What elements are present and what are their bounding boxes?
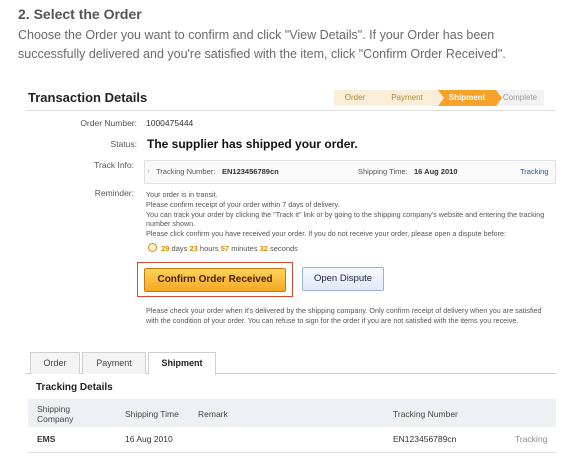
reminder-text: Your order is in transit. Please confirm… bbox=[146, 190, 551, 239]
shipping-time-label: Shipping Time: bbox=[358, 167, 408, 176]
intro-text: Choose the Order you want to confirm and… bbox=[18, 28, 506, 61]
reminder-line: Your order is in transit. bbox=[146, 190, 218, 199]
reminder-line: Please click confirm you have received y… bbox=[146, 229, 506, 239]
status-text: The supplier has shipped your order. bbox=[147, 137, 358, 151]
tracking-link[interactable]: Tracking bbox=[520, 167, 548, 176]
delivery-note: Please check your order when it's delive… bbox=[146, 306, 542, 325]
dispute-countdown: 29 days 23 hours 57 minutes 32 seconds bbox=[148, 243, 298, 253]
tracking-number: EN123456789cn bbox=[222, 167, 279, 176]
reminder-line: Please confirm receipt of your order wit… bbox=[146, 199, 340, 209]
tracking-details-title: Tracking Details bbox=[36, 382, 113, 393]
tracking-table-header bbox=[28, 399, 556, 427]
row-company: EMS bbox=[37, 434, 56, 444]
progress-steps: Order Payment Shipment Complete bbox=[334, 90, 544, 106]
row-tracking-number: EN123456789cn bbox=[393, 434, 457, 444]
clock-icon bbox=[148, 243, 157, 252]
row-shipping-time: 16 Aug 2010 bbox=[125, 434, 173, 444]
page-heading: 2. Select the Order bbox=[18, 6, 142, 22]
divider bbox=[26, 110, 556, 111]
column-tracking-number: Tracking Number bbox=[393, 409, 458, 419]
track-info-label: Track Info: bbox=[94, 160, 134, 170]
column-shipping-time: Shipping Time bbox=[125, 409, 179, 419]
order-number: 1000475444 bbox=[146, 118, 194, 128]
step-complete: Complete bbox=[496, 90, 544, 106]
status-label: Status: bbox=[110, 139, 137, 149]
open-dispute-button[interactable]: Open Dispute bbox=[302, 267, 384, 291]
order-number-label: Order Number: bbox=[80, 118, 137, 128]
reminder-label: Reminder: bbox=[94, 188, 134, 198]
step-order: Order bbox=[334, 90, 382, 106]
tab-payment[interactable]: Payment bbox=[82, 352, 146, 374]
step-shipment: Shipment bbox=[438, 90, 502, 106]
tab-shipment[interactable]: Shipment bbox=[148, 352, 216, 375]
table-row-divider bbox=[28, 452, 556, 453]
column-shipping-company: Shipping Company bbox=[37, 404, 74, 424]
step-payment: Payment bbox=[376, 90, 444, 106]
column-remark: Remark bbox=[198, 409, 228, 419]
confirm-order-received-button[interactable]: Confirm Order Received bbox=[144, 268, 286, 292]
transaction-title: Transaction Details bbox=[28, 90, 148, 105]
tracking-number-label: Tracking Number: bbox=[156, 167, 216, 176]
tab-order[interactable]: Order bbox=[30, 352, 80, 374]
shipping-time: 16 Aug 2010 bbox=[414, 167, 458, 176]
row-tracking-link[interactable]: Tracking bbox=[515, 434, 547, 444]
reminder-line: You can track your order by clicking the… bbox=[146, 209, 545, 229]
expand-arrow-icon[interactable]: › bbox=[147, 166, 150, 175]
